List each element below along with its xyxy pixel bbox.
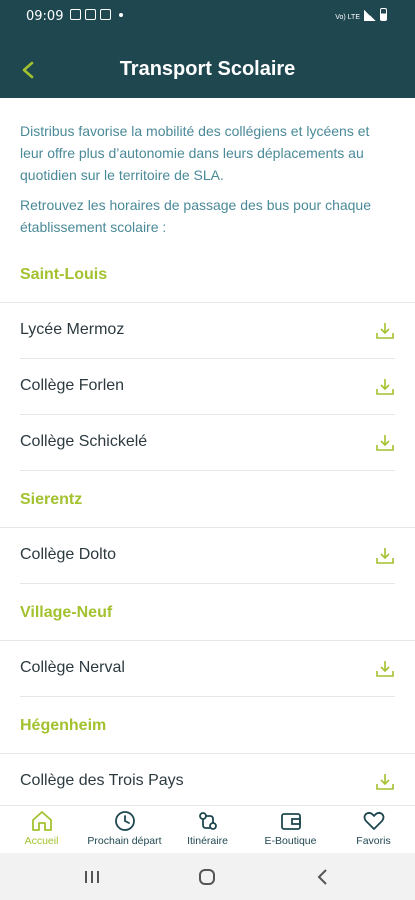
school-name: Collège Forlen [20,377,125,394]
school-row[interactable]: Lycée Mermoz [20,303,395,359]
school-name: Collège Nerval [20,659,125,676]
system-navigation-bar [0,853,415,900]
status-time: 09:09 [26,9,64,24]
section-title: Hégenheim [0,697,415,754]
school-name: Collège des Trois Pays [20,772,184,789]
download-icon [376,323,394,339]
back-arrow-icon [317,869,327,885]
download-icon [376,379,394,395]
content-scroll-area[interactable]: Distribus favorise la mobilité des collé… [0,98,415,805]
download-button[interactable] [375,322,395,340]
section-title: Village-Neuf [0,584,415,641]
download-icon [376,548,394,564]
school-row[interactable]: Collège Nerval [20,641,395,697]
signal-icon [364,10,376,21]
status-bar: 09:09 Vo) LTE [0,0,415,34]
home-icon [31,811,52,831]
school-name: Collège Dolto [20,546,117,563]
nav-prochain-depart[interactable]: Prochain départ [83,806,166,854]
download-button[interactable] [375,378,395,396]
nav-label: E-Boutique [264,835,317,847]
school-row[interactable]: Collège Schickelé [20,415,395,471]
nav-label: Favoris [356,835,391,847]
network-label: Vo) LTE [335,14,360,21]
page-title: Transport Scolaire [119,58,296,80]
recent-apps-button[interactable] [80,865,104,889]
school-sections: Saint-Louis Lycée Mermoz Collège Forlen Col… [0,246,415,805]
intro-paragraph-1: Distribus favorise la mobilité des collé… [20,123,370,183]
download-icon [376,435,394,451]
download-button[interactable] [375,547,395,565]
gallery-icon [70,9,81,20]
home-button-icon [199,869,215,885]
battery-icon [380,8,387,21]
wallet-icon [280,813,301,830]
section-title: Sierentz [0,471,415,528]
school-row[interactable]: Collège des Trois Pays [20,754,395,805]
recent-apps-icon [85,871,99,883]
home-system-button[interactable] [195,865,219,889]
school-name: Lycée Mermoz [20,321,125,338]
heart-icon [363,811,384,830]
nav-label: Itinéraire [187,835,228,847]
teams-icon [100,9,111,20]
nav-itineraire[interactable]: Itinéraire [166,806,249,854]
school-row[interactable]: Collège Dolto [20,528,395,584]
section-title: Saint-Louis [0,246,415,303]
download-icon [376,661,394,677]
nav-favoris[interactable]: Favoris [332,806,415,854]
download-button[interactable] [375,773,395,791]
bottom-navigation: Accueil Prochain départ Itinéraire E-Bou… [0,805,415,854]
download-button[interactable] [375,434,395,452]
download-icon [376,774,394,790]
app-header: 09:09 Vo) LTE Transport Scolaire [0,0,415,98]
teams-icon [85,9,96,20]
route-icon [198,812,217,830]
back-system-button[interactable] [311,865,335,889]
school-row[interactable]: Collège Forlen [20,359,395,415]
nav-accueil[interactable]: Accueil [0,806,83,854]
more-notifications-icon [119,12,123,17]
nav-eboutique[interactable]: E-Boutique [249,806,332,854]
download-button[interactable] [375,660,395,678]
intro-text: Distribus favorise la mobilité des collé… [20,120,395,238]
nav-label: Prochain départ [87,835,162,847]
clock-icon [114,811,135,831]
intro-paragraph-2: Retrouvez les horaires de passage des bu… [20,197,371,235]
nav-label: Accueil [24,835,59,847]
system-icons: Vo) LTE [335,8,387,21]
school-name: Collège Schickelé [20,433,148,450]
notification-icons [70,9,123,20]
